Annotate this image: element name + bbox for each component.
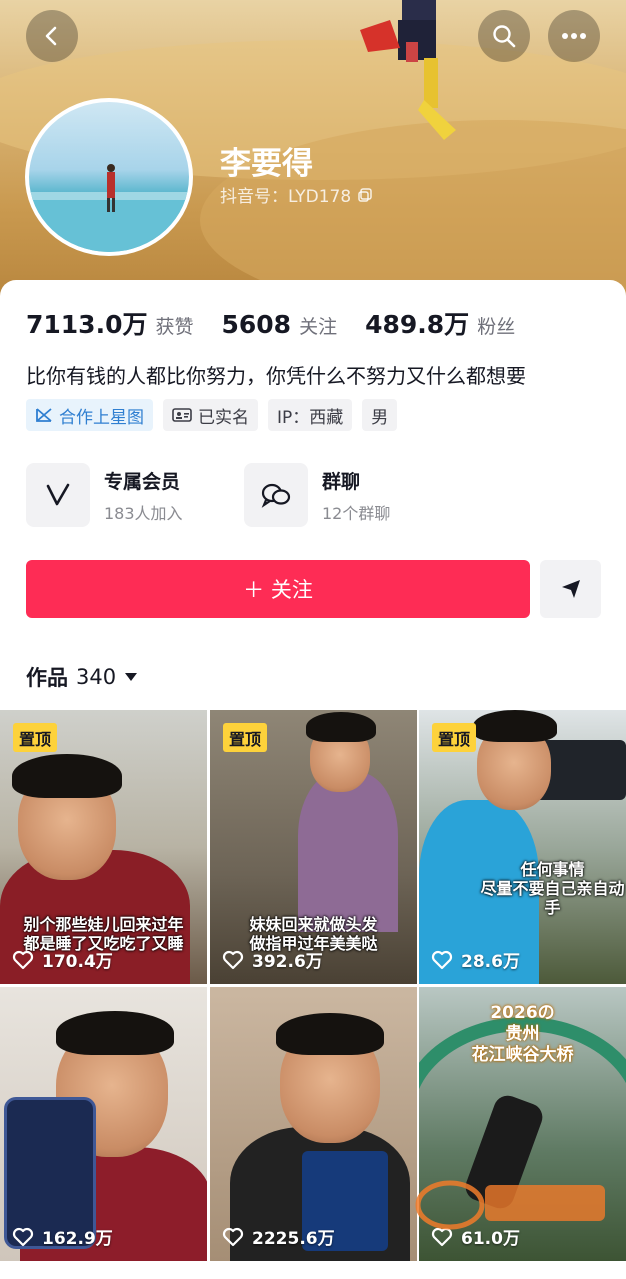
follow-button[interactable]: ＋ 关注 <box>26 560 530 618</box>
douyin-id-text: 抖音号：LYD178 <box>220 187 352 207</box>
feature-group-chat[interactable]: 群聊 12个群聊 <box>244 463 390 527</box>
likes-count: 7113.0万 <box>26 310 148 339</box>
watermark-logo <box>415 1180 605 1230</box>
back-button[interactable] <box>26 10 78 62</box>
video-item[interactable]: 2225.6万 <box>210 987 417 1261</box>
video-caption: 任何事情 尽量不要自己亲自动手 <box>480 860 625 917</box>
heart-icon <box>12 950 34 969</box>
profile-name: 李要得 <box>220 146 313 182</box>
pinned-badge: 置顶 <box>223 723 268 752</box>
video-likes: 28.6万 <box>431 947 520 972</box>
group-chat-icon <box>261 483 291 508</box>
likes-label: 获赞 <box>155 316 194 338</box>
tag-ip: IP：西藏 <box>268 399 353 431</box>
pinned-badge: 置顶 <box>13 723 58 752</box>
tag-row: 合作上星图 已实名 IP：西藏 男 <box>26 399 398 431</box>
tag-verified: 已实名 <box>163 399 258 431</box>
douyin-id[interactable]: 抖音号：LYD178 <box>220 182 373 207</box>
followers-count[interactable]: 489.8万 <box>365 305 469 341</box>
search-icon <box>493 25 516 48</box>
more-button[interactable] <box>548 10 600 62</box>
video-item[interactable]: 162.9万 <box>0 987 207 1261</box>
id-card-icon <box>172 408 192 422</box>
stats-row: 7113.0万 获赞 5608 关注 489.8万 粉丝 <box>26 305 543 341</box>
video-likes: 392.6万 <box>222 947 323 972</box>
video-item[interactable]: 置顶 别个那些娃儿回来过年 都是睡了又吃吃了又睡 170.4万 <box>0 710 207 984</box>
avatar[interactable] <box>25 98 193 256</box>
following-label[interactable]: 关注 <box>299 312 337 339</box>
profile-banner: 李要得 抖音号：LYD178 <box>0 0 626 300</box>
works-tab[interactable]: 作品 340 <box>26 662 138 692</box>
video-likes: 162.9万 <box>12 1224 113 1249</box>
star-map-icon <box>36 408 52 422</box>
copy-icon[interactable] <box>357 187 373 203</box>
search-button[interactable] <box>478 10 530 62</box>
bio-text: 比你有钱的人都比你努力，你凭什么不努力又什么都想要 <box>26 364 526 388</box>
share-button[interactable] <box>540 560 601 618</box>
video-likes: 2225.6万 <box>222 1224 335 1249</box>
tag-gender: 男 <box>362 399 398 431</box>
feature-vip[interactable]: 专属会员 183人加入 <box>26 463 183 527</box>
more-dots-icon <box>562 33 586 39</box>
tag-label: 合作上星图 <box>59 407 144 428</box>
heart-icon <box>431 950 453 969</box>
video-caption: 2026の 贵州 花江峡谷大桥 <box>471 1003 574 1065</box>
send-icon <box>561 580 580 598</box>
vip-v-icon <box>46 483 70 506</box>
video-item[interactable]: 置顶 任何事情 尽量不要自己亲自动手 28.6万 <box>419 710 626 984</box>
video-likes: 170.4万 <box>12 947 113 972</box>
avatar-image <box>29 164 189 252</box>
tag-label: IP：西藏 <box>277 407 344 428</box>
heart-icon <box>222 1227 244 1246</box>
tag-label: 已实名 <box>198 407 249 428</box>
caret-down-icon <box>125 673 138 681</box>
banner-person-image <box>360 0 456 140</box>
works-label: 作品 <box>26 666 68 690</box>
tag-label: 男 <box>371 407 389 428</box>
feature-title: 群聊 <box>322 470 361 493</box>
feature-icon-box <box>26 463 90 527</box>
video-item[interactable]: 置顶 妹妹回来就做头发 做指甲过年美美哒 392.6万 <box>210 710 417 984</box>
feature-subtitle: 12个群聊 <box>322 503 391 523</box>
tag-star-map[interactable]: 合作上星图 <box>26 399 153 431</box>
feature-title: 专属会员 <box>104 470 181 493</box>
heart-icon <box>222 950 244 969</box>
works-count: 340 <box>76 665 117 689</box>
pinned-badge: 置顶 <box>432 723 477 752</box>
following-count[interactable]: 5608 <box>222 310 292 339</box>
chevron-left-icon <box>45 26 57 46</box>
feature-subtitle: 183人加入 <box>104 503 183 523</box>
feature-icon-box <box>244 463 308 527</box>
followers-label[interactable]: 粉丝 <box>477 312 515 339</box>
heart-icon <box>12 1227 34 1246</box>
